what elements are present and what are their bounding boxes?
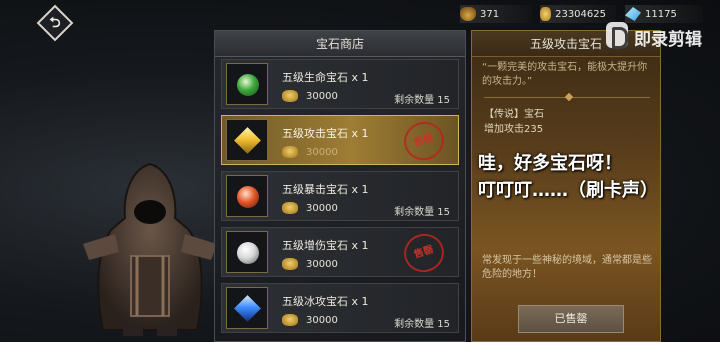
item-name: 五级暴击宝石 x 1 <box>282 183 369 196</box>
shop-item-damage-gem[interactable]: 五级增伤宝石 x 1 30000 售罄 <box>221 227 459 278</box>
damage-gem-icon <box>237 242 259 264</box>
gold-coin-icon <box>282 202 298 214</box>
hooded-merchant-character <box>83 162 217 336</box>
detail-flavor-text: 常发现于一些神秘的境域，通常都是些危险的地方！ <box>482 255 652 280</box>
rarity-line: 【传说】宝石 <box>484 109 544 120</box>
item-icon-frame <box>226 119 268 161</box>
sack-icon <box>460 7 476 21</box>
item-icon-frame <box>226 231 268 273</box>
back-arrow-icon: ⮌ <box>49 15 61 31</box>
item-stock: 剩余数量 15 <box>394 319 450 330</box>
crit-gem-icon <box>237 186 259 208</box>
item-icon-frame <box>226 175 268 217</box>
video-caption: 哇，好多宝石呀！ 叮叮叮……（刷卡声） <box>478 150 718 204</box>
shop-item-attack-gem[interactable]: 五级攻击宝石 x 1 30000 售罄 <box>221 115 459 166</box>
app-watermark: 即录剪辑 <box>606 22 720 52</box>
crystal-icon <box>625 7 641 21</box>
divider-ornament <box>564 92 574 102</box>
caption-line-2: 叮叮叮……（刷卡声） <box>478 180 658 201</box>
shop-item-life-gem[interactable]: 五级生命宝石 x 1 30000 剩余数量 15 <box>221 59 459 109</box>
watermark-text: 即录剪辑 <box>634 30 702 50</box>
item-name: 五级生命宝石 x 1 <box>282 71 369 84</box>
ice-gem-icon <box>234 295 261 322</box>
crystal-counter: 11175 <box>625 5 703 23</box>
shop-title: 宝石商店 <box>215 31 465 57</box>
item-stock: 剩余数量 15 <box>394 95 450 106</box>
life-gem-icon <box>237 74 259 96</box>
item-price: 30000 <box>306 203 338 214</box>
bonus-line: 增加攻击235 <box>484 124 544 135</box>
caption-line-1: 哇，好多宝石呀！ <box>478 153 622 174</box>
item-stock: 剩余数量 15 <box>394 207 450 218</box>
item-name: 五级冰攻宝石 x 1 <box>282 295 369 308</box>
item-price: 30000 <box>306 315 338 326</box>
item-name: 五级攻击宝石 x 1 <box>282 127 369 140</box>
attack-gem-icon <box>234 127 261 154</box>
item-price: 30000 <box>306 147 338 158</box>
stamina-value: 371 <box>480 8 500 20</box>
gold-coin-icon <box>282 314 298 326</box>
item-icon-frame <box>226 63 268 105</box>
gold-coin-icon <box>282 146 298 158</box>
stamina-counter: 371 <box>460 5 532 23</box>
gold-coin-icon <box>282 90 298 102</box>
detail-description: “一颗完美的攻击宝石，能极大提升你的攻击力。” <box>482 62 648 87</box>
crystal-value: 11175 <box>645 8 677 20</box>
item-price: 30000 <box>306 259 338 270</box>
detail-stats: 【传说】宝石 增加攻击235 <box>484 107 544 137</box>
back-button[interactable]: ⮌ <box>36 4 74 42</box>
sold-out-stamp: 售罄 <box>399 228 449 278</box>
shop-item-ice-gem[interactable]: 五级冰攻宝石 x 1 30000 剩余数量 15 <box>221 283 459 333</box>
watermark-logo-icon <box>606 22 628 49</box>
gold-value: 23304625 <box>555 8 606 20</box>
sold-out-button[interactable]: 已售罄 <box>518 305 624 333</box>
item-price: 30000 <box>306 91 338 102</box>
gold-counter: 23304625 <box>540 5 616 23</box>
gold-coin-icon <box>540 7 552 21</box>
item-icon-frame <box>226 287 268 329</box>
item-name: 五级增伤宝石 x 1 <box>282 239 369 252</box>
shop-item-crit-gem[interactable]: 五级暴击宝石 x 1 30000 剩余数量 15 <box>221 171 459 221</box>
sold-out-stamp: 售罄 <box>399 116 449 166</box>
gold-coin-icon <box>282 258 298 270</box>
gem-shop-panel: 宝石商店 五级生命宝石 x 1 30000 剩余数量 15 五级攻击宝石 x 1… <box>214 30 466 342</box>
